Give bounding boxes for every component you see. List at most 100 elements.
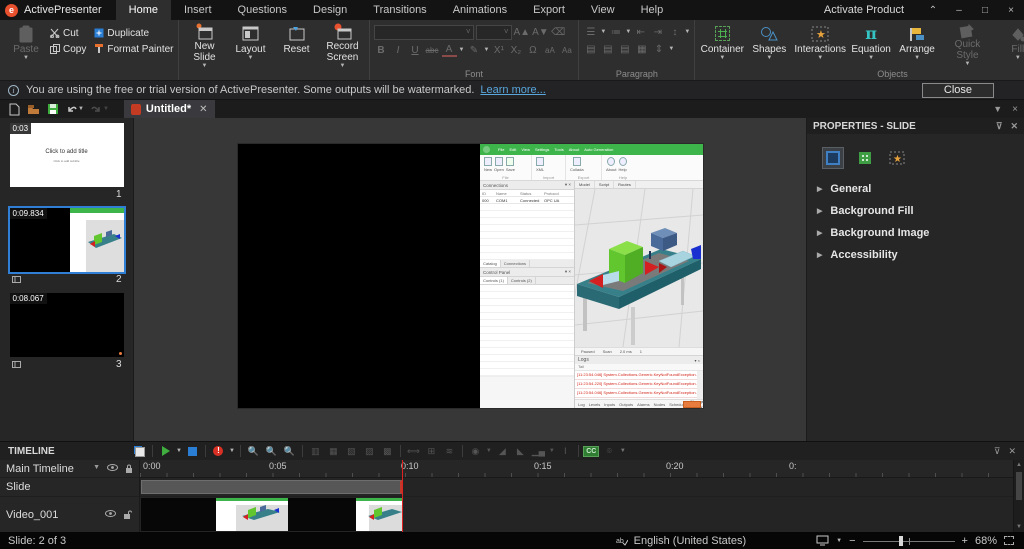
highlight-button[interactable]: ✎ <box>466 43 481 57</box>
font-size-select[interactable] <box>475 25 512 40</box>
playhead[interactable] <box>402 460 403 532</box>
language-status[interactable]: English (United States) <box>634 535 747 547</box>
blur-icon[interactable]: ≋ <box>442 444 457 458</box>
align-left-button[interactable]: ▤ <box>583 42 598 56</box>
fill-button[interactable]: Fill ▼ <box>996 22 1024 67</box>
menu-tab[interactable]: Transitions <box>360 0 439 20</box>
lock-icon[interactable] <box>125 464 133 473</box>
save-icon[interactable] <box>47 103 59 115</box>
cut-range-icon[interactable]: ▧ <box>344 444 359 458</box>
font-color-button[interactable]: A <box>441 43 457 57</box>
play-button[interactable] <box>158 444 173 458</box>
timeline-ruler[interactable]: 0:00 0:05 0:10 0:15 0:20 0: <box>140 460 1013 478</box>
zoom-out-button[interactable]: − <box>849 535 855 547</box>
track-label-video[interactable]: Video_001 <box>0 497 139 532</box>
record-narration-button[interactable]: ! <box>211 444 226 458</box>
view-mode-icon[interactable] <box>816 535 829 546</box>
interactions-button[interactable]: ★ Interactions ▼ <box>793 22 847 67</box>
copy-button[interactable]: Copy <box>50 41 86 57</box>
menu-tab[interactable]: Help <box>628 0 677 20</box>
superscript-button[interactable]: X¹ <box>491 43 506 57</box>
eye-icon[interactable] <box>107 464 118 473</box>
menu-tab[interactable]: Design <box>300 0 360 20</box>
menu-tab[interactable]: Questions <box>225 0 301 20</box>
line-spacing-button[interactable]: ↕ <box>667 25 682 39</box>
new-slide-button[interactable]: New Slide ▼ <box>183 22 227 69</box>
open-document-icon[interactable] <box>27 104 40 115</box>
record-options-chevron[interactable]: ▼ <box>229 448 235 454</box>
record-screen-button[interactable]: Record Screen ▼ <box>321 22 365 69</box>
new-document-icon[interactable] <box>9 103 20 116</box>
timeline-selector[interactable]: Main Timeline ▼ <box>0 460 139 478</box>
property-section[interactable]: ▶ Accessibility <box>807 244 1024 266</box>
italic-button[interactable]: I <box>391 43 406 57</box>
minimize-button[interactable]: – <box>946 0 972 20</box>
subscript-button[interactable]: X₂ <box>508 43 523 57</box>
properties-tab-interactivity[interactable]: ★ <box>887 148 907 168</box>
insert-time-icon[interactable]: ⟺ <box>406 444 421 458</box>
menu-tab[interactable]: Animations <box>440 0 520 20</box>
menu-tab[interactable]: Export <box>520 0 578 20</box>
property-section[interactable]: ▶ Background Fill <box>807 200 1024 222</box>
notification-close-button[interactable]: Close <box>921 82 994 98</box>
menu-tab[interactable]: View <box>578 0 628 20</box>
cc-options-chevron[interactable]: ▼ <box>620 448 626 454</box>
chevron-down-icon[interactable]: ▼ <box>93 464 100 473</box>
document-tab-untitled[interactable]: Untitled* ✕ <box>123 100 215 118</box>
menu-tab[interactable]: Insert <box>171 0 225 20</box>
fade-out-icon[interactable]: ◣ <box>513 444 528 458</box>
closed-caption-button[interactable]: CC <box>583 444 600 458</box>
activate-product-link[interactable]: Activate Product <box>824 4 904 16</box>
align-right-button[interactable]: ▤ <box>617 42 632 56</box>
timeline-vertical-scrollbar[interactable]: ▲ ▼ <box>1013 460 1024 532</box>
tabbar-close-icon[interactable]: × <box>1012 104 1018 115</box>
pin-panel-icon[interactable]: ⊽ <box>996 121 1003 132</box>
paste-button[interactable]: Paste ▼ <box>4 22 48 67</box>
split-icon[interactable]: ▥ <box>308 444 323 458</box>
slide-2-content[interactable]: File Edit View Settings Tools About Auto Ge… <box>238 144 704 409</box>
maximize-button[interactable]: □ <box>972 0 998 20</box>
freeze-frame-icon[interactable]: ⊞ <box>424 444 439 458</box>
quick-style-button[interactable]: Quick Style ▼ <box>941 22 994 67</box>
equation-button[interactable]: π Equation ▼ <box>849 22 893 67</box>
property-section[interactable]: ▶ General <box>807 178 1024 200</box>
zoom-in-button[interactable]: + <box>962 535 968 547</box>
zoom-slider[interactable] <box>862 535 955 546</box>
video-clip-bar[interactable] <box>141 498 403 531</box>
text-effects-button[interactable]: Aa <box>559 43 574 57</box>
slide-thumbnail-2[interactable]: 0:09.834 <box>9 208 124 272</box>
duplicate-button[interactable]: Duplicate <box>94 25 173 41</box>
fade-in-icon[interactable]: ◢ <box>495 444 510 458</box>
paragraph-spacing-button[interactable]: ⇕ <box>651 42 666 56</box>
view-mode-chevron[interactable]: ▼ <box>836 538 842 544</box>
timeline-track-area[interactable]: 0:00 0:05 0:10 0:15 0:20 0: ▲ ▼ <box>140 460 1024 532</box>
properties-tab-size[interactable] <box>855 148 875 168</box>
close-panel-icon[interactable]: ✕ <box>1010 121 1018 132</box>
pin-window-icon[interactable]: ⌃ <box>920 0 946 20</box>
strikethrough-button[interactable]: abc <box>425 43 440 57</box>
font-family-select[interactable] <box>373 25 474 40</box>
play-options-chevron[interactable]: ▼ <box>176 448 182 454</box>
slide-duration-bar[interactable] <box>141 480 402 494</box>
zoom-in-icon[interactable]: 🔍 <box>246 444 261 458</box>
pin-timeline-icon[interactable]: ⊽ <box>994 446 1001 457</box>
audio-record-icon[interactable]: ⌾ <box>602 444 617 458</box>
slide-canvas[interactable]: File Edit View Settings Tools About Auto Ge… <box>134 118 806 441</box>
zoom-fit-icon[interactable]: 🔍 <box>282 444 297 458</box>
increase-indent-button[interactable]: ⇥ <box>650 25 665 39</box>
grow-font-button[interactable]: A▲ <box>514 26 531 40</box>
document-close-icon[interactable]: ✕ <box>199 104 207 115</box>
justify-button[interactable]: ▦ <box>634 42 649 56</box>
layout-button[interactable]: Layout ▼ <box>229 22 273 67</box>
close-window-button[interactable]: × <box>998 0 1024 20</box>
slide-thumbnail-3[interactable]: 0:08.067 <box>9 293 124 357</box>
all-slides-icon[interactable] <box>132 444 147 458</box>
crop-range-icon[interactable]: ▩ <box>380 444 395 458</box>
zoom-slider-handle[interactable] <box>898 535 903 546</box>
change-case-button[interactable]: aA <box>542 43 557 57</box>
decrease-indent-button[interactable]: ⇤ <box>633 25 648 39</box>
align-center-button[interactable]: ▤ <box>600 42 615 56</box>
properties-tab-slide[interactable] <box>822 147 844 169</box>
undo-button[interactable]: ▼ <box>66 104 84 114</box>
shrink-font-button[interactable]: A▼ <box>532 26 549 40</box>
